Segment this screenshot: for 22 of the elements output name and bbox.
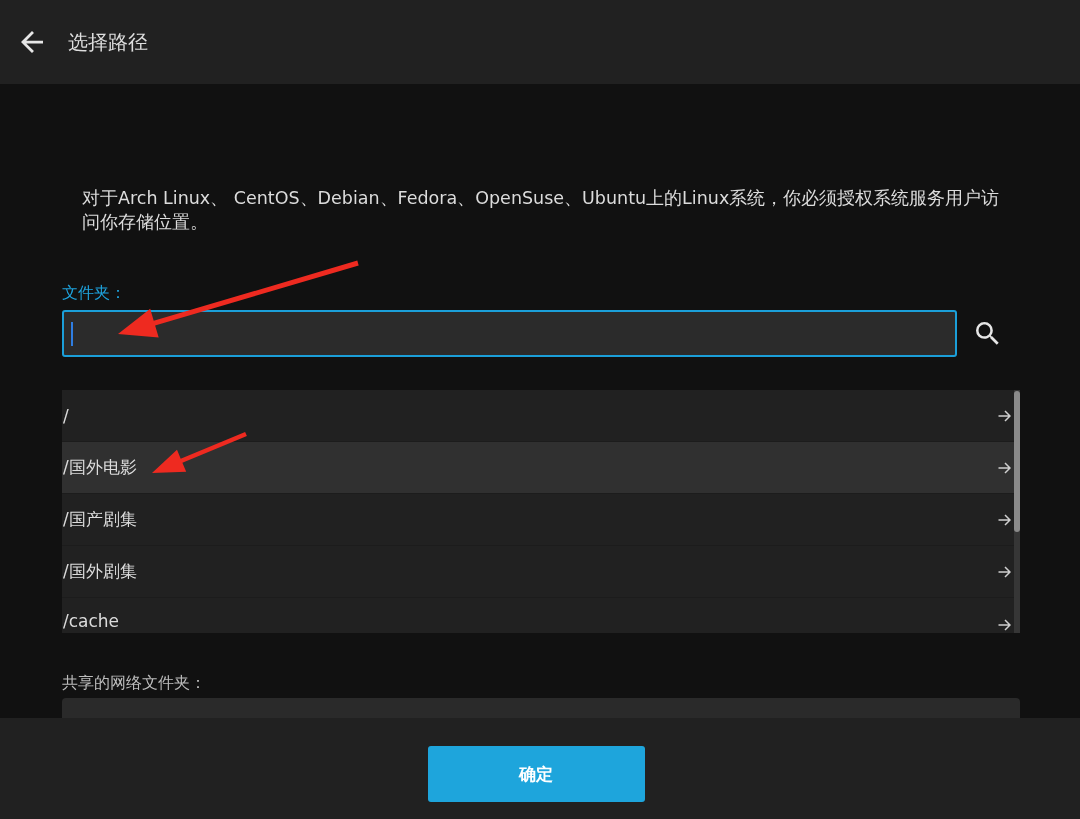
folder-item[interactable]: /国产剧集 [62,494,1014,546]
arrow-right-icon [998,461,1011,474]
arrow-right-icon [998,619,1011,631]
folder-item[interactable]: /国外电影 [62,442,1014,494]
network-folder-label: 共享的网络文件夹： [62,672,206,694]
back-button[interactable] [21,31,43,53]
folder-item[interactable]: /cache [62,598,1014,633]
arrow-right-icon [998,409,1011,422]
folder-item[interactable]: /国外剧集 [62,546,1014,598]
scrollbar[interactable] [1014,390,1020,633]
arrow-right-icon [998,513,1011,526]
description-text: 对于Arch Linux、 CentOS、Debian、Fedora、OpenSuse、Ubuntu上的Linux系统，你必须授权系统服务用户访问你存储位置。 [82,187,1001,234]
network-folder-field[interactable] [62,698,1020,718]
back-arrow-icon [21,31,43,53]
folder-label: 文件夹： [62,282,126,304]
text-cursor [71,322,73,346]
search-icon [976,321,1000,346]
arrow-right-icon [998,565,1011,578]
search-button[interactable] [976,321,1000,346]
folder-input-field[interactable] [62,310,957,357]
folder-item[interactable]: / [62,390,1014,442]
page-title: 选择路径 [68,29,148,56]
